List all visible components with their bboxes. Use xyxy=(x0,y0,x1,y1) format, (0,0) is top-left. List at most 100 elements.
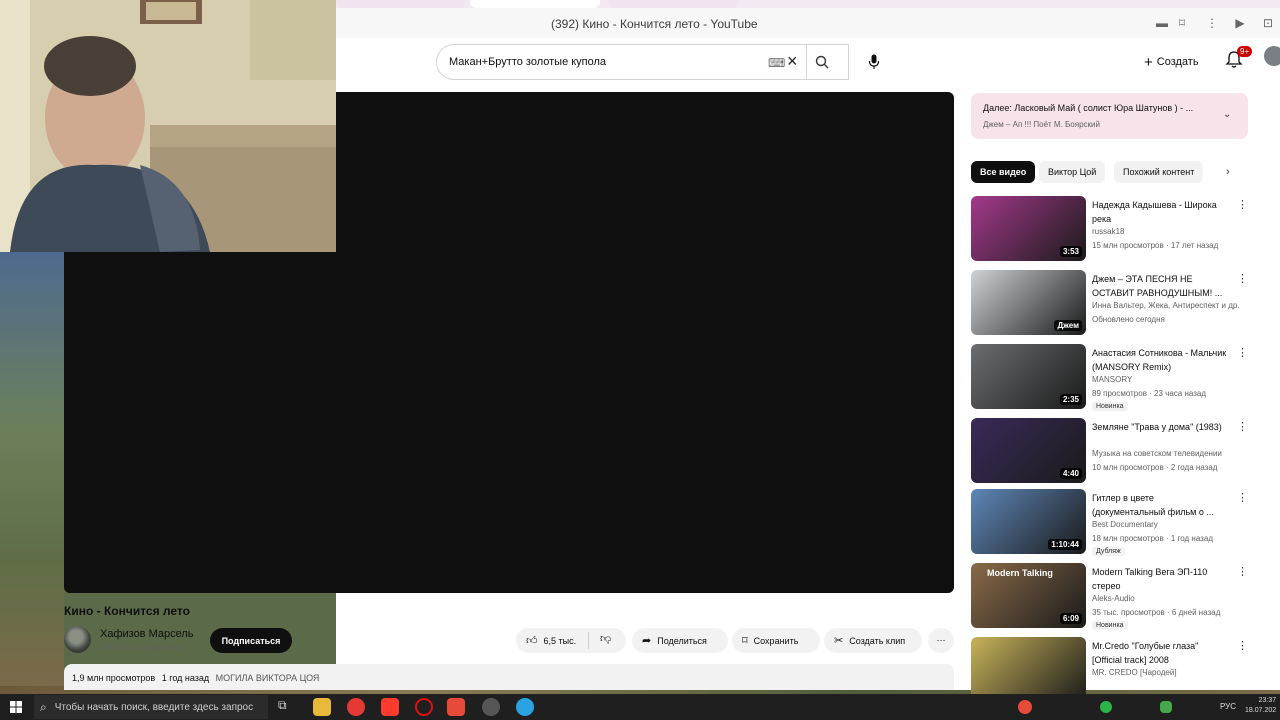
taskbar-search-placeholder: Чтобы начать поиск, введите здесь запрос xyxy=(54,701,254,713)
language-indicator[interactable]: РУС xyxy=(1220,702,1236,711)
more-icon[interactable]: ⋮ xyxy=(1204,16,1220,30)
tab-active[interactable] xyxy=(470,0,600,8)
chat-icon[interactable]: ▬ xyxy=(1154,16,1170,30)
youtube-header: Макан+Брутто золотые купола ⌨ × + Создат… xyxy=(336,38,1280,90)
recommendation-item[interactable]: 1:10:44 Гитлер в цвете (документальный фи… xyxy=(971,489,1248,556)
yandex-icon[interactable] xyxy=(347,698,365,716)
share-button[interactable]: ➦ Поделиться xyxy=(632,628,728,653)
clip-button[interactable]: ✂ Создать клип xyxy=(824,628,922,653)
media-icon[interactable]: ▶ xyxy=(1232,16,1248,30)
up-next-panel[interactable]: Далее: Ласковый Май ( солист Юра Шатунов… xyxy=(971,93,1248,139)
taskbar-search[interactable]: ⌕ Чтобы начать поиск, введите здесь запр… xyxy=(34,695,268,719)
notification-badge: 9+ xyxy=(1237,46,1253,57)
recommendation-item[interactable]: 2:35 Анастасия Сотникова - Мальчик (MANSO… xyxy=(971,344,1248,411)
search-box[interactable]: Макан+Брутто золотые купола ⌨ × xyxy=(436,44,849,80)
clock[interactable]: 23:37 18.07.202 xyxy=(1245,696,1276,716)
video-thumbnail[interactable]: 3:53 xyxy=(971,196,1086,261)
recommendation-title: Гитлер в цвете (документальный фильм о .… xyxy=(1092,493,1214,517)
chevron-down-icon[interactable]: ⌄ xyxy=(1223,109,1231,120)
video-thumbnail[interactable]: Джем xyxy=(971,270,1086,335)
recommendation-meta: 18 млн просмотров · 1 год назад xyxy=(1092,534,1213,543)
search-button[interactable] xyxy=(806,45,850,79)
save-button[interactable]: ⌑ Сохранить xyxy=(732,628,820,653)
search-icon xyxy=(815,55,829,69)
voice-search-button[interactable] xyxy=(856,44,892,80)
kebab-menu-icon[interactable]: ⋮ xyxy=(1237,272,1248,285)
file-explorer-icon[interactable] xyxy=(313,698,331,716)
tab[interactable] xyxy=(336,0,466,8)
recommendation-item[interactable]: 3:53 Надежда Кадышева - Широка река russak… xyxy=(971,196,1248,262)
channel-name[interactable]: Хафизов Марсель xyxy=(100,628,194,640)
share-label: Поделиться xyxy=(657,635,707,646)
chip-all-videos[interactable]: Все видео xyxy=(971,161,1036,183)
task-view-icon[interactable]: ⧉ xyxy=(278,698,296,716)
kebab-menu-icon[interactable]: ⋮ xyxy=(1237,346,1248,359)
recommendation-badge: Новинка xyxy=(1092,402,1128,411)
like-count: 6,5 тыс. xyxy=(543,635,577,646)
recommendation-item[interactable]: 4:40 Земляне "Трава у дома" (1983) Музыка … xyxy=(971,418,1248,484)
up-next-title: Далее: Ласковый Май ( солист Юра Шатунов… xyxy=(983,103,1194,113)
thumbs-down-icon[interactable]: 👎︎ xyxy=(600,632,611,645)
desktop-wallpaper-left xyxy=(0,252,64,690)
kebab-menu-icon[interactable]: ⋮ xyxy=(1237,639,1248,652)
video-thumbnail[interactable]: 4:40 xyxy=(971,418,1086,483)
more-actions-button[interactable]: ⋯ xyxy=(928,628,954,653)
battery-icon[interactable] xyxy=(1160,701,1172,713)
channel-avatar[interactable] xyxy=(64,626,91,653)
kebab-menu-icon[interactable]: ⋮ xyxy=(1237,491,1248,504)
search-icon: ⌕ xyxy=(40,699,47,714)
create-button[interactable]: + Создать xyxy=(1138,46,1205,78)
recommendation-title: Надежда Кадышева - Широка река xyxy=(1092,200,1217,224)
tray-app-icon[interactable] xyxy=(1100,701,1112,713)
recommendation-meta: Обновлено сегодня xyxy=(1092,315,1165,324)
like-divider xyxy=(588,632,589,649)
windows-start-icon[interactable] xyxy=(10,701,22,713)
create-label: Создать xyxy=(1156,56,1199,68)
video-duration: 4:40 xyxy=(1059,468,1082,479)
kebab-menu-icon[interactable]: ⋮ xyxy=(1237,420,1248,433)
yandex-active-icon[interactable] xyxy=(447,698,465,716)
recommendation-channel: Музыка на советском телевидении xyxy=(1092,449,1222,458)
search-input[interactable]: Макан+Брутто золотые купола xyxy=(449,56,606,68)
recommendation-item[interactable]: Джем Джем – ЭТА ПЕСНЯ НЕ ОСТАВИТ РАВНОДУШ… xyxy=(971,270,1248,336)
chip-viktor-tsoi[interactable]: Виктор Цой xyxy=(1039,161,1106,183)
recommendation-channel: MANSORY xyxy=(1092,375,1133,384)
video-duration: 1:10:44 xyxy=(1048,539,1082,550)
yandex-browser-icon[interactable] xyxy=(381,698,399,716)
video-thumbnail[interactable]: 2:35 xyxy=(971,344,1086,409)
chip-related[interactable]: Похожий контент xyxy=(1114,161,1204,183)
hashtag[interactable]: МОГИЛА ВИКТОРА ЦОЯ xyxy=(216,673,320,683)
subscribe-button[interactable]: Подписаться xyxy=(210,628,292,653)
kebab-menu-icon[interactable]: ⋮ xyxy=(1237,565,1248,578)
plus-icon: + xyxy=(1144,53,1153,71)
tab[interactable] xyxy=(608,0,738,8)
obs-icon[interactable] xyxy=(482,698,500,716)
tray-yandex-icon[interactable] xyxy=(1018,700,1032,714)
save-label: Сохранить xyxy=(753,635,799,646)
recommendation-channel: Инна Вальтер, Жека, Антиреспект и др... xyxy=(1092,301,1240,310)
bookmark-icon[interactable]: ⌑ xyxy=(1174,16,1190,30)
recommendation-title: Джем – ЭТА ПЕСНЯ НЕ ОСТАВИТ РАВНОДУШНЫМ!… xyxy=(1092,274,1223,298)
clear-search-icon[interactable]: × xyxy=(787,51,798,72)
recommendation-meta: 35 тыс. просмотров · 6 дней назад xyxy=(1092,608,1221,617)
bookmark-icon: ⌑ xyxy=(742,635,748,647)
chevron-right-icon[interactable]: › xyxy=(1226,166,1230,178)
clock-time: 23:37 xyxy=(1258,697,1277,704)
video-thumbnail[interactable]: 1:10:44 xyxy=(971,489,1086,554)
keyboard-icon[interactable]: ⌨ xyxy=(768,56,785,70)
recommendation-meta: 89 просмотров · 23 часа назад xyxy=(1092,389,1207,398)
video-duration: 6:09 xyxy=(1059,613,1082,624)
tab-strip xyxy=(336,0,1280,8)
video-thumbnail[interactable] xyxy=(971,637,1086,702)
recommendation-title: Mr.Credo "Голубые глаза" [Official track… xyxy=(1092,641,1199,665)
kebab-menu-icon[interactable]: ⋮ xyxy=(1237,198,1248,211)
description-box[interactable]: 1,9 млн просмотров 1 год назад МОГИЛА ВИ… xyxy=(64,664,954,690)
webcam-overlay xyxy=(0,0,336,252)
video-thumbnail[interactable]: Modern Talking 6:09 xyxy=(971,563,1086,628)
opera-icon[interactable] xyxy=(415,698,433,716)
collections-icon[interactable]: ⊡ xyxy=(1260,16,1276,30)
account-avatar[interactable] xyxy=(1264,46,1280,66)
recommendation-item[interactable]: Modern Talking 6:09 Modern Talking Вега ЭП… xyxy=(971,563,1248,630)
telegram-icon[interactable] xyxy=(516,698,534,716)
more-icon: ⋯ xyxy=(936,635,946,645)
